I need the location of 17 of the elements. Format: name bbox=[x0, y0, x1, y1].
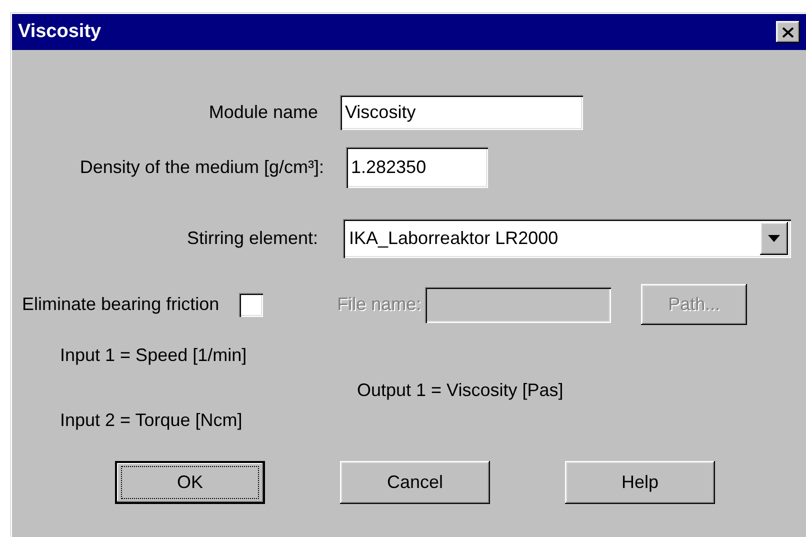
field-label: Density of the medium [g/cm³]: bbox=[78, 157, 324, 178]
output-description: Output 1 = Viscosity [Pas] bbox=[357, 380, 564, 400]
input-description: Input 2 = Torque [Ncm] bbox=[60, 410, 244, 431]
ok-button[interactable]: OK bbox=[115, 461, 265, 504]
cancel-button[interactable]: Cancel bbox=[340, 461, 490, 504]
close-icon[interactable] bbox=[776, 21, 800, 43]
field-label: File name: bbox=[337, 294, 422, 315]
checkbox-label: Eliminate bearing friction bbox=[22, 294, 220, 315]
dropdown-field[interactable]: IKA_Laborreaktor LR2000 bbox=[343, 219, 791, 258]
input-description: Input 1 = Speed [1/min] bbox=[60, 345, 248, 366]
field-label: Module name bbox=[208, 102, 318, 123]
help-button[interactable]: Help bbox=[565, 461, 715, 504]
window-title: Viscosity bbox=[18, 21, 102, 43]
checkbox[interactable] bbox=[239, 292, 264, 316]
text-field[interactable]: 1.282350 bbox=[346, 147, 488, 188]
field-label: Stirring element: bbox=[186, 228, 318, 249]
text-field[interactable]: Viscosity bbox=[340, 95, 583, 130]
